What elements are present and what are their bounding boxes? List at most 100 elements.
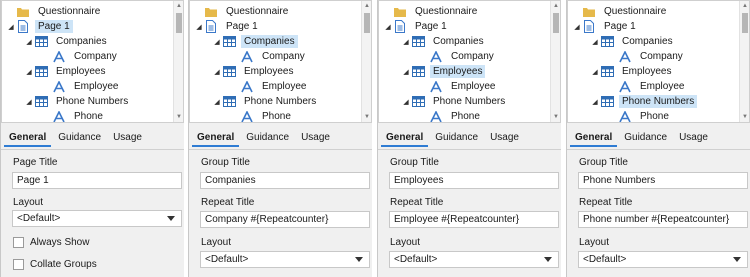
- tab-usage[interactable]: Usage: [108, 130, 147, 147]
- expand-chevron-icon[interactable]: ◢: [24, 98, 34, 106]
- tree-node-phone-numbers[interactable]: ◢ Phone Numbers: [24, 94, 131, 109]
- group-title-input[interactable]: Phone Numbers: [578, 172, 748, 189]
- expand-chevron-icon[interactable]: ◢: [590, 38, 600, 46]
- tree-scrollbar[interactable]: ▲ ▼: [739, 1, 749, 122]
- tree-node-company[interactable]: Company: [230, 49, 308, 64]
- tree-node-questionnaire[interactable]: Questionnaire: [383, 4, 480, 19]
- tab-usage[interactable]: Usage: [296, 130, 335, 147]
- tree-node-page[interactable]: ◢ Page 1: [6, 19, 73, 34]
- expand-chevron-icon[interactable]: ◢: [590, 68, 600, 76]
- tree-scrollbar[interactable]: ▲ ▼: [550, 1, 560, 122]
- scrollbar-thumb[interactable]: [176, 13, 182, 33]
- tab-guidance[interactable]: Guidance: [619, 130, 672, 147]
- tree-node-page[interactable]: ◢ Page 1: [194, 19, 261, 34]
- tree-node-employee[interactable]: Employee: [42, 79, 121, 94]
- tree-node-company[interactable]: Company: [608, 49, 686, 64]
- tree-node-companies[interactable]: ◢ Companies: [24, 34, 110, 49]
- questionnaire-tree[interactable]: Questionnaire ◢ Page 1 ◢ Companies Compa…: [378, 0, 561, 123]
- tree-node-employees[interactable]: ◢ Employees: [590, 64, 674, 79]
- scroll-up-icon[interactable]: ▲: [363, 2, 371, 10]
- expand-chevron-icon[interactable]: ◢: [590, 98, 600, 106]
- expand-chevron-icon[interactable]: ◢: [572, 23, 582, 31]
- text-field-icon: [429, 50, 443, 64]
- tree-node-employee[interactable]: Employee: [608, 79, 687, 94]
- tab-guidance[interactable]: Guidance: [53, 130, 106, 147]
- tree-node-employee[interactable]: Employee: [230, 79, 309, 94]
- tab-general[interactable]: General: [4, 130, 52, 147]
- tree-node-employee[interactable]: Employee: [419, 79, 498, 94]
- tree-node-companies[interactable]: ◢ Companies: [590, 34, 676, 49]
- expand-chevron-icon[interactable]: ◢: [401, 98, 411, 106]
- tree-node-company[interactable]: Company: [42, 49, 120, 64]
- expand-chevron-icon[interactable]: ◢: [212, 38, 222, 46]
- expand-chevron-icon[interactable]: ◢: [24, 68, 34, 76]
- tree-node-page[interactable]: ◢ Page 1: [383, 19, 450, 34]
- scroll-up-icon[interactable]: ▲: [175, 2, 183, 10]
- tree-node-phone-numbers[interactable]: ◢ Phone Numbers: [212, 94, 319, 109]
- tree-node-questionnaire[interactable]: Questionnaire: [572, 4, 669, 19]
- tree-node-companies[interactable]: ◢ Companies: [212, 34, 298, 49]
- tree-node-phone[interactable]: Phone: [419, 109, 483, 122]
- scroll-down-icon[interactable]: ▼: [363, 113, 371, 121]
- expand-chevron-icon[interactable]: ◢: [24, 38, 34, 46]
- scroll-down-icon[interactable]: ▼: [741, 113, 749, 121]
- questionnaire-tree[interactable]: Questionnaire ◢ Page 1 ◢ Companies Compa…: [1, 0, 184, 123]
- scrollbar-thumb[interactable]: [742, 13, 748, 33]
- repeat-title-input[interactable]: Company #{Repeatcounter}: [200, 211, 370, 228]
- expand-chevron-icon[interactable]: ◢: [383, 23, 393, 31]
- tree-node-questionnaire[interactable]: Questionnaire: [194, 4, 291, 19]
- page-icon: [393, 20, 407, 34]
- tree-node-page[interactable]: ◢ Page 1: [572, 19, 639, 34]
- scrollbar-thumb[interactable]: [553, 13, 559, 33]
- page-title-input[interactable]: Page 1: [12, 172, 182, 189]
- tree-node-questionnaire[interactable]: Questionnaire: [6, 4, 103, 19]
- scroll-down-icon[interactable]: ▼: [175, 113, 183, 121]
- layout-select[interactable]: <Default>: [12, 210, 182, 227]
- scroll-down-icon[interactable]: ▼: [552, 113, 560, 121]
- tree-scrollbar[interactable]: ▲ ▼: [173, 1, 183, 122]
- layout-select-value: <Default>: [17, 213, 61, 224]
- tree-node-phone-numbers[interactable]: ◢ Phone Numbers: [401, 94, 508, 109]
- scrollbar-thumb[interactable]: [364, 13, 370, 33]
- tree-node-companies[interactable]: ◢ Companies: [401, 34, 487, 49]
- questionnaire-tree[interactable]: Questionnaire ◢ Page 1 ◢ Companies Compa…: [567, 0, 750, 123]
- layout-select[interactable]: <Default>: [578, 251, 748, 268]
- always-show-checkbox-row[interactable]: Always Show: [13, 237, 89, 248]
- layout-select[interactable]: <Default>: [389, 251, 559, 268]
- always-show-checkbox[interactable]: [13, 237, 24, 248]
- expand-chevron-icon[interactable]: ◢: [401, 68, 411, 76]
- tree-node-phone-numbers[interactable]: ◢ Phone Numbers: [590, 94, 698, 109]
- tree-node-phone[interactable]: Phone: [230, 109, 294, 122]
- expand-chevron-icon[interactable]: ◢: [212, 98, 222, 106]
- expand-chevron-icon[interactable]: ◢: [401, 38, 411, 46]
- expand-chevron-icon[interactable]: ◢: [212, 68, 222, 76]
- repeat-title-input[interactable]: Employee #{Repeatcounter}: [389, 211, 559, 228]
- scroll-up-icon[interactable]: ▲: [552, 2, 560, 10]
- tab-general[interactable]: General: [381, 130, 429, 147]
- group-title-input[interactable]: Companies: [200, 172, 370, 189]
- repeat-title-input[interactable]: Phone number #{Repeatcounter}: [578, 211, 748, 228]
- expand-chevron-icon[interactable]: ◢: [194, 23, 204, 31]
- tree-node-phone[interactable]: Phone: [608, 109, 672, 122]
- collate-groups-checkbox-row[interactable]: Collate Groups: [13, 259, 97, 270]
- tab-guidance[interactable]: Guidance: [241, 130, 294, 147]
- dropdown-caret-icon: [733, 257, 741, 262]
- tree-node-phone[interactable]: Phone: [42, 109, 106, 122]
- expand-chevron-icon[interactable]: ◢: [6, 23, 16, 31]
- tree-node-employees[interactable]: ◢ Employees: [401, 64, 486, 79]
- tab-general[interactable]: General: [570, 130, 618, 147]
- tree-node-employees[interactable]: ◢ Employees: [212, 64, 296, 79]
- tab-general[interactable]: General: [192, 130, 240, 147]
- tree-scrollbar[interactable]: ▲ ▼: [361, 1, 371, 122]
- text-field-icon: [240, 80, 254, 94]
- tab-usage[interactable]: Usage: [674, 130, 713, 147]
- scroll-up-icon[interactable]: ▲: [741, 2, 749, 10]
- collate-groups-checkbox[interactable]: [13, 259, 24, 270]
- questionnaire-tree[interactable]: Questionnaire ◢ Page 1 ◢ Companies Compa…: [189, 0, 372, 123]
- tree-node-employees[interactable]: ◢ Employees: [24, 64, 108, 79]
- tab-usage[interactable]: Usage: [485, 130, 524, 147]
- tree-node-company[interactable]: Company: [419, 49, 497, 64]
- group-title-input[interactable]: Employees: [389, 172, 559, 189]
- layout-select[interactable]: <Default>: [200, 251, 370, 268]
- tab-guidance[interactable]: Guidance: [430, 130, 483, 147]
